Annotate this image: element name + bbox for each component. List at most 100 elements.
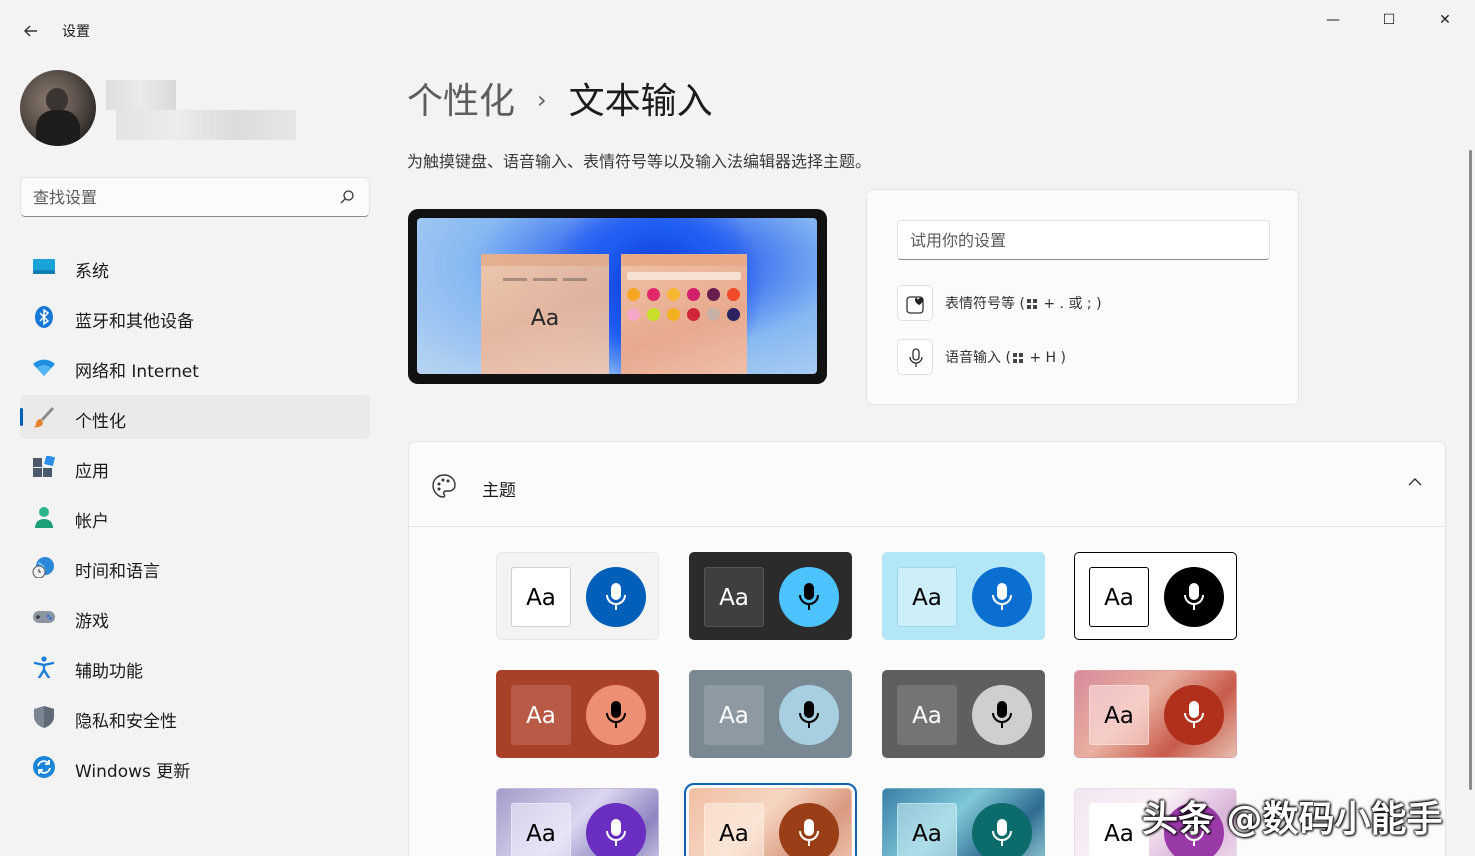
search-input[interactable] <box>33 178 333 216</box>
theme-tile[interactable]: Aa <box>496 788 659 856</box>
theme-tile-sample: Aa <box>511 803 571 856</box>
theme-tile[interactable]: Aa <box>882 670 1045 758</box>
theme-tile[interactable]: Aa <box>689 552 852 640</box>
sidebar-nav: 系统 蓝牙和其他设备 网络和 Internet 个性化 应用 帐户 时间和语言 … <box>20 245 370 795</box>
emoji-shortcut-label: 表情符号等 ( + . 或 ; ) <box>945 296 1102 312</box>
sidebar-item-personalization[interactable]: 个性化 <box>20 395 370 439</box>
voice-shortcut-row[interactable]: 语音输入 ( + H ) <box>897 339 1066 375</box>
microphone-icon <box>1184 701 1204 728</box>
theme-tile-mic <box>972 685 1032 745</box>
bluetooth-icon <box>35 306 53 328</box>
theme-tile-sample: Aa <box>897 567 957 627</box>
microphone-icon <box>992 701 1012 728</box>
preview-emoji-window <box>621 254 747 374</box>
chevron-up-icon[interactable] <box>1407 474 1423 490</box>
account-icon <box>35 507 53 528</box>
sidebar-item-bluetooth[interactable]: 蓝牙和其他设备 <box>20 295 370 339</box>
preview-keyboard-window: Aa <box>481 254 609 374</box>
sidebar-item-network[interactable]: 网络和 Internet <box>20 345 370 389</box>
theme-tile[interactable]: Aa <box>882 788 1045 856</box>
theme-header[interactable]: 主题 <box>409 442 1445 527</box>
page-title: 文本输入 <box>568 81 713 122</box>
page-description: 为触摸键盘、语音输入、表情符号等以及输入法编辑器选择主题。 <box>407 152 872 171</box>
blurred-user-email <box>116 110 296 140</box>
sidebar-item-windows-update[interactable]: Windows 更新 <box>20 745 370 789</box>
maximize-button[interactable]: ☐ <box>1366 8 1412 32</box>
theme-tile-mic <box>1164 685 1224 745</box>
theme-tile[interactable]: Aa <box>1074 552 1237 640</box>
sidebar-item-time-language[interactable]: 时间和语言 <box>20 545 370 589</box>
microphone-icon <box>799 701 819 728</box>
microphone-icon <box>799 583 819 610</box>
sidebar-item-label: 时间和语言 <box>75 562 160 582</box>
theme-tile-sample: Aa <box>511 685 571 745</box>
theme-tile[interactable]: Aa <box>689 670 852 758</box>
sidebar-item-label: Windows 更新 <box>75 762 191 782</box>
avatar[interactable] <box>20 70 96 146</box>
theme-tile-sample: Aa <box>1089 803 1149 856</box>
apps-icon <box>33 456 56 477</box>
sidebar-item-system[interactable]: 系统 <box>20 245 370 289</box>
minimize-button[interactable]: — <box>1310 8 1356 32</box>
sidebar-item-gaming[interactable]: 游戏 <box>20 595 370 639</box>
sidebar-item-apps[interactable]: 应用 <box>20 445 370 489</box>
globe-clock-icon <box>32 557 54 578</box>
search-icon[interactable] <box>339 189 355 205</box>
sidebar-item-privacy[interactable]: 隐私和安全性 <box>20 695 370 739</box>
sidebar-item-label: 游戏 <box>75 612 109 632</box>
theme-tile[interactable]: Aa <box>882 552 1045 640</box>
theme-header-label: 主题 <box>482 481 516 501</box>
microphone-icon <box>606 819 626 846</box>
microphone-icon <box>992 583 1012 610</box>
voice-shortcut-label: 语音输入 ( + H ) <box>945 350 1066 366</box>
emoji-shortcut-row[interactable]: 表情符号等 ( + . 或 ; ) <box>897 285 1102 321</box>
search-box[interactable] <box>20 177 370 217</box>
breadcrumb-separator: › <box>537 86 547 114</box>
update-icon <box>33 756 55 778</box>
monitor-icon <box>33 259 55 274</box>
microphone-icon <box>992 819 1012 846</box>
theme-tile[interactable]: Aa <box>496 552 659 640</box>
watermark-text: 头条 @数码小能手 <box>1142 799 1443 840</box>
theme-tile-sample: Aa <box>897 803 957 856</box>
app-title: 设置 <box>62 24 90 40</box>
emoji-heart-icon <box>906 296 924 314</box>
theme-tile-sample: Aa <box>1089 685 1149 745</box>
sidebar-item-label: 个性化 <box>75 412 126 432</box>
theme-tile-mic <box>586 685 646 745</box>
windows-key-icon <box>1012 353 1023 363</box>
sidebar-item-accessibility[interactable]: 辅助功能 <box>20 645 370 689</box>
sidebar-item-label: 辅助功能 <box>75 662 143 682</box>
theme-tile[interactable]: Aa <box>1074 670 1237 758</box>
preview-sample-text: Aa <box>530 306 560 331</box>
microphone-icon <box>606 701 626 728</box>
palette-icon <box>432 474 456 498</box>
wifi-icon <box>33 359 55 376</box>
theme-tile[interactable]: Aa <box>496 670 659 758</box>
close-button[interactable]: ✕ <box>1422 8 1468 32</box>
theme-tile[interactable]: Aa <box>684 783 857 856</box>
sidebar-item-label: 蓝牙和其他设备 <box>75 312 194 332</box>
microphone-icon <box>909 348 923 367</box>
gamepad-icon <box>33 611 55 623</box>
theme-tile-mic <box>586 567 646 627</box>
emoji-button[interactable] <box>897 285 933 321</box>
theme-tile-mic <box>779 567 839 627</box>
breadcrumb-parent[interactable]: 个性化 <box>407 81 515 122</box>
try-settings-input[interactable] <box>897 220 1270 260</box>
scrollbar[interactable] <box>1469 150 1472 790</box>
windows-key-icon <box>1026 299 1037 309</box>
sidebar-item-label: 网络和 Internet <box>75 362 199 382</box>
back-button[interactable] <box>18 18 44 44</box>
theme-tile-mic <box>779 685 839 745</box>
sidebar-item-label: 隐私和安全性 <box>75 712 177 732</box>
theme-tile-mic <box>1164 567 1224 627</box>
try-settings-panel: 表情符号等 ( + . 或 ; ) 语音输入 ( + H ) <box>866 189 1299 405</box>
sidebar-item-label: 应用 <box>75 462 109 482</box>
sidebar-item-label: 系统 <box>75 262 109 282</box>
theme-preview: Aa <box>408 209 827 384</box>
voice-button[interactable] <box>897 339 933 375</box>
microphone-icon <box>799 819 819 846</box>
theme-tile-mic <box>972 567 1032 627</box>
sidebar-item-accounts[interactable]: 帐户 <box>20 495 370 539</box>
